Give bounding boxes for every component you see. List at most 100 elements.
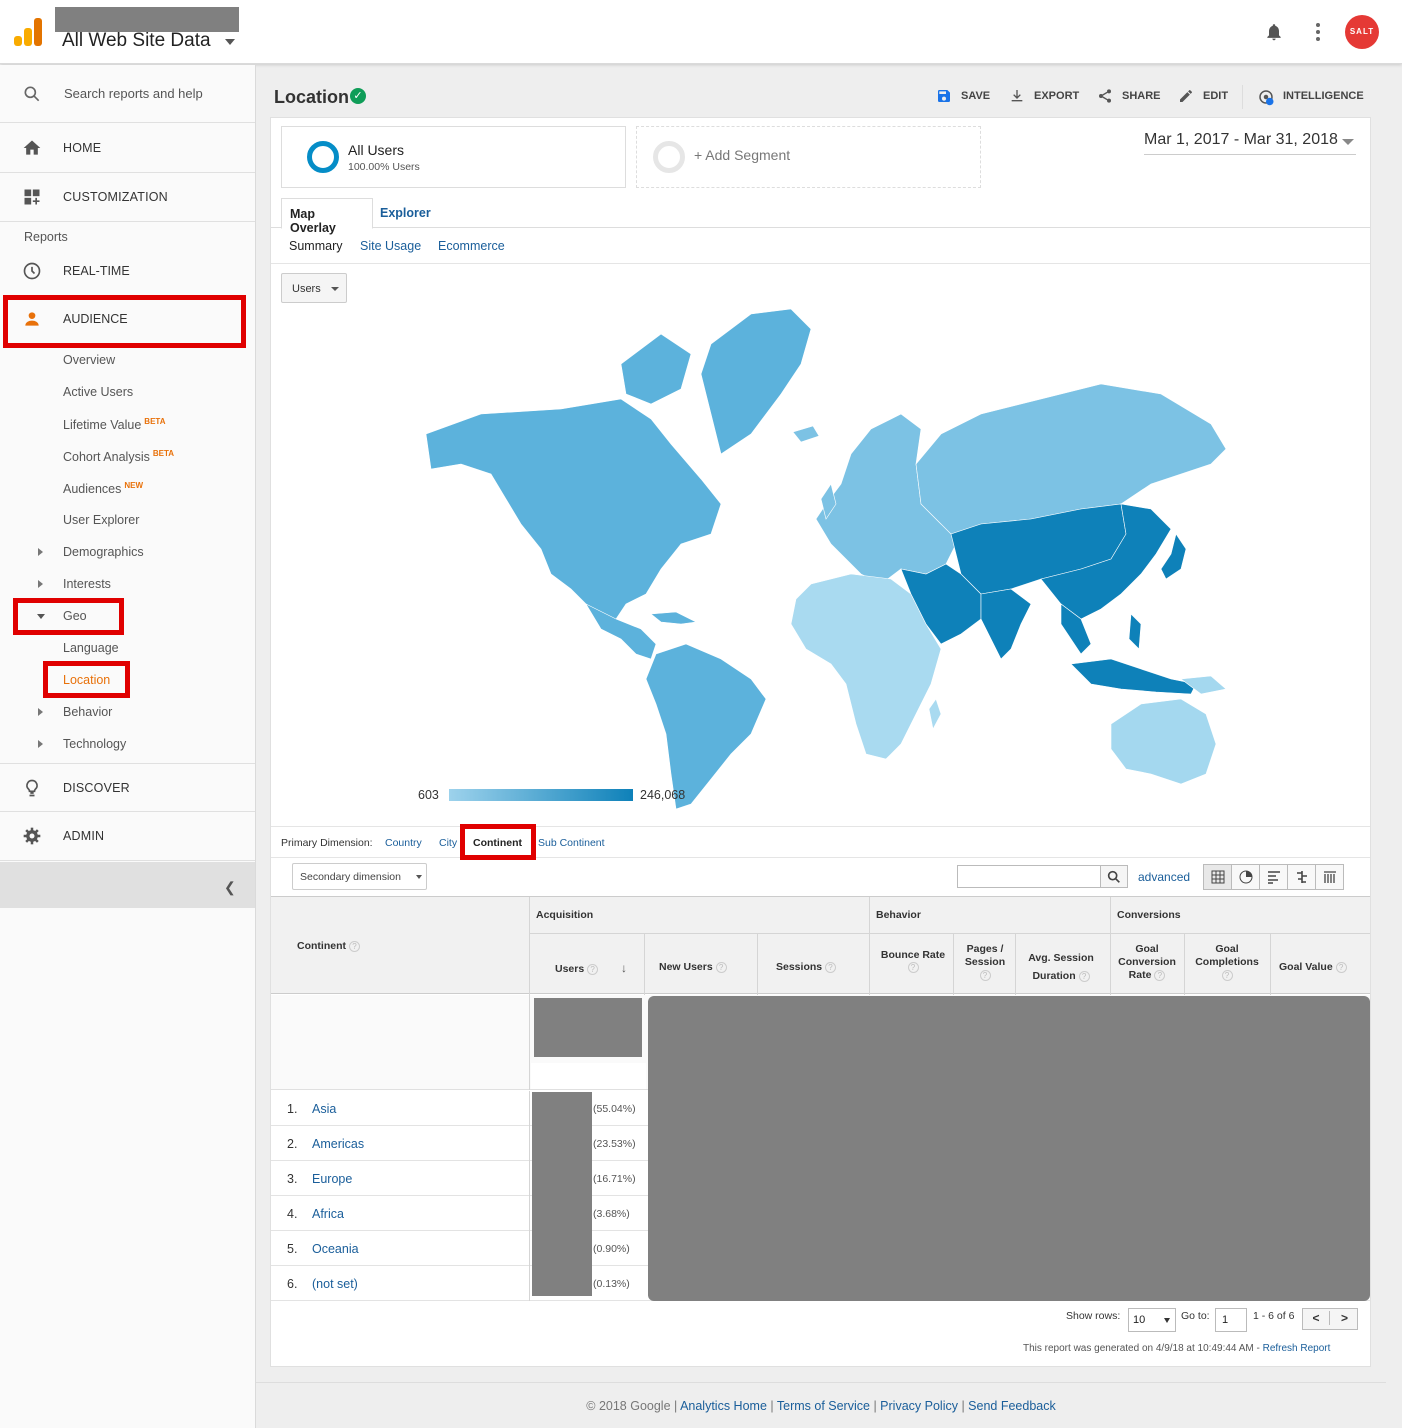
sort-down-arrow-icon[interactable]: ↓ [621, 961, 627, 975]
add-segment-button[interactable]: + Add Segment [636, 126, 981, 188]
col-continent[interactable]: Continent ? [297, 940, 360, 952]
report-generated-note: This report was generated on 4/9/18 at 1… [1023, 1343, 1330, 1354]
col-new-users-label: New Users [659, 961, 713, 973]
advanced-filter-link[interactable]: advanced [1138, 870, 1190, 884]
help-icon[interactable]: ? [587, 964, 599, 975]
nav-language[interactable]: Language [63, 641, 119, 655]
nav-behavior[interactable]: Behavior [63, 705, 112, 719]
nav-user-explorer[interactable]: User Explorer [63, 513, 139, 527]
expand-arrow-icon[interactable] [38, 548, 43, 556]
tab-explorer[interactable]: Explorer [372, 198, 439, 228]
expand-arrow-icon[interactable] [38, 740, 43, 748]
col-sessions[interactable]: Sessions ? [776, 961, 837, 973]
save-icon [938, 90, 950, 102]
col-goal-conversion-rate[interactable]: Goal Conversion Rate ? [1114, 943, 1180, 982]
goto-page-input[interactable]: 1 [1215, 1308, 1247, 1332]
comparison-view-button[interactable] [1288, 865, 1316, 889]
nav-admin[interactable]: ADMIN [0, 812, 255, 861]
nav-demographics[interactable]: Demographics [63, 545, 144, 559]
nav-audiences[interactable]: Audiences NEW [63, 481, 143, 496]
help-icon[interactable]: ? [715, 962, 727, 973]
nav-realtime[interactable]: REAL-TIME [0, 248, 255, 294]
help-icon[interactable]: ? [1154, 970, 1166, 981]
map-region-caribbean [650, 611, 698, 625]
footer-terms[interactable]: Terms of Service [777, 1399, 870, 1413]
nav-overview[interactable]: Overview [63, 353, 115, 367]
report-search[interactable]: Search reports and help [0, 65, 255, 123]
subtab-ecommerce[interactable]: Ecommerce [438, 239, 505, 253]
col-users[interactable]: Users ? ↓ [555, 961, 627, 975]
col-pages-session[interactable]: Pages / Session? [956, 943, 1014, 982]
subtab-summary[interactable]: Summary [289, 239, 342, 253]
help-icon[interactable]: ? [1335, 962, 1347, 973]
subtab-site-usage[interactable]: Site Usage [360, 239, 421, 253]
map-region-indonesia [1070, 658, 1197, 695]
help-icon[interactable]: ? [1221, 970, 1233, 981]
row-continent-link[interactable]: Africa [312, 1207, 344, 1221]
more-vert-icon[interactable] [1311, 22, 1325, 42]
help-icon[interactable]: ? [979, 970, 991, 981]
prev-page-button[interactable]: < [1303, 1311, 1330, 1325]
nav-active-users[interactable]: Active Users [63, 385, 133, 399]
segment-all-users[interactable]: All Users 100.00% Users [281, 126, 626, 188]
help-icon[interactable]: ? [907, 962, 919, 973]
expand-arrow-icon[interactable] [38, 580, 43, 588]
nav-discover[interactable]: DISCOVER [0, 763, 255, 812]
view-tabs: Map Overlay Explorer [271, 198, 1370, 235]
footer-privacy[interactable]: Privacy Policy [880, 1399, 958, 1413]
nav-home[interactable]: HOME [0, 124, 255, 173]
next-page-button[interactable]: > [1331, 1311, 1358, 1325]
map-region-japan [1160, 533, 1187, 580]
dimension-city[interactable]: City [439, 837, 457, 849]
data-view-button[interactable] [1204, 865, 1232, 889]
chevron-down-icon[interactable] [225, 39, 235, 45]
collapse-sidebar-button[interactable]: ❮ [0, 862, 255, 908]
table-filter-input[interactable] [957, 865, 1102, 888]
col-goal-completions[interactable]: Goal Completions? [1188, 943, 1266, 982]
expand-arrow-icon[interactable] [38, 708, 43, 716]
dimension-sub-continent[interactable]: Sub Continent [538, 837, 605, 849]
percentage-view-button[interactable] [1232, 865, 1260, 889]
nav-cohort-analysis[interactable]: Cohort Analysis BETA [63, 449, 174, 464]
performance-view-button[interactable] [1260, 865, 1288, 889]
map-metric-dropdown[interactable]: Users [281, 273, 347, 303]
row-continent-link[interactable]: Americas [312, 1137, 364, 1151]
analytics-logo-icon[interactable] [14, 18, 42, 46]
notification-bell-icon[interactable] [1264, 22, 1284, 42]
nav-customization[interactable]: CUSTOMIZATION [0, 173, 255, 222]
footer-analytics-home[interactable]: Analytics Home [680, 1399, 767, 1413]
user-avatar[interactable]: SALT [1345, 15, 1379, 49]
col-bounce-rate[interactable]: Bounce Rate? [873, 949, 953, 973]
col-new-users[interactable]: New Users ? [659, 961, 727, 973]
row-continent-link[interactable]: Oceania [312, 1242, 359, 1256]
row-continent-link[interactable]: (not set) [312, 1277, 358, 1291]
footer-feedback[interactable]: Send Feedback [968, 1399, 1056, 1413]
nav-lifetime-value[interactable]: Lifetime Value BETA [63, 417, 165, 432]
gear-icon [23, 827, 41, 845]
secondary-dimension-dropdown[interactable]: Secondary dimension [292, 863, 427, 890]
help-icon[interactable]: ? [825, 962, 837, 973]
help-icon[interactable]: ? [348, 941, 360, 952]
col-avg-session-duration[interactable]: Avg. Session Duration ? [1021, 949, 1101, 985]
table-search-button[interactable] [1100, 865, 1128, 888]
refresh-report-link[interactable]: Refresh Report [1263, 1343, 1331, 1354]
highlight-audience [3, 295, 246, 348]
help-icon[interactable]: ? [1078, 971, 1090, 982]
nav-interests[interactable]: Interests [63, 577, 111, 591]
date-range-picker[interactable]: Mar 1, 2017 - Mar 31, 2018 [1144, 131, 1338, 149]
row-continent-link[interactable]: Europe [312, 1172, 352, 1186]
chevron-down-icon[interactable] [1342, 139, 1354, 145]
col-goal-value[interactable]: Goal Value ? [1279, 961, 1347, 973]
nav-technology[interactable]: Technology [63, 737, 126, 751]
dimension-country[interactable]: Country [385, 837, 422, 849]
tab-map-overlay[interactable]: Map Overlay [281, 198, 373, 235]
row-users-percent: (16.71%) [593, 1173, 636, 1185]
search-placeholder[interactable]: Search reports and help [64, 86, 203, 101]
rows-per-page-select[interactable]: 10 [1128, 1308, 1176, 1332]
property-view-selector[interactable]: All Web Site Data [62, 30, 211, 52]
search-icon [24, 86, 40, 102]
row-continent-link[interactable]: Asia [312, 1102, 336, 1116]
pivot-view-button[interactable] [1316, 865, 1344, 889]
row-index: 6. [287, 1277, 298, 1291]
redacted-totals [534, 998, 642, 1057]
